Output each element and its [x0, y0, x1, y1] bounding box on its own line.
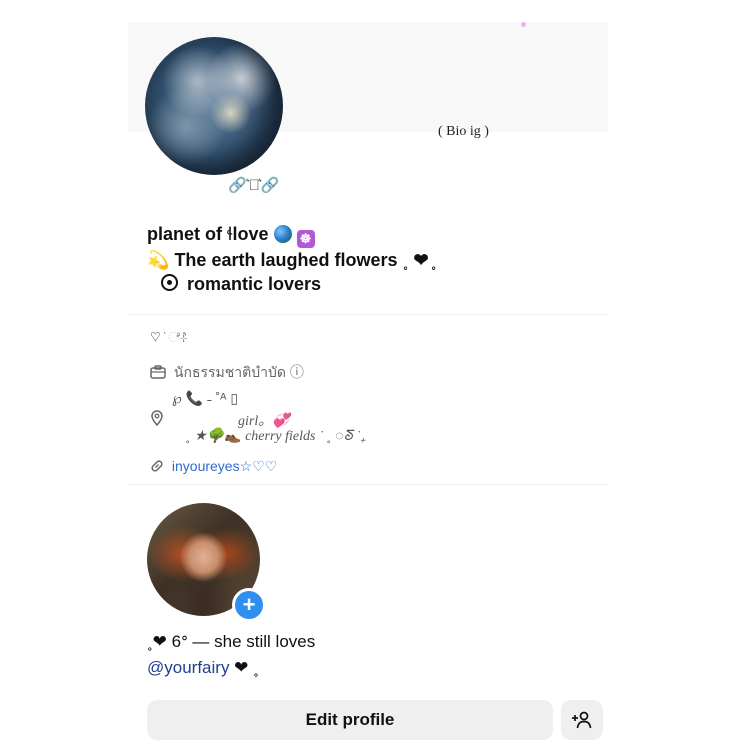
add-person-button[interactable] [561, 700, 603, 740]
divider [128, 314, 608, 315]
category-line: นักธรรมชาติบำบัด ⓘ [150, 362, 304, 384]
caption-line: ˳❤ 6ᐤ — she still loves [147, 632, 316, 651]
link-icon [150, 458, 168, 474]
decorative-dot [521, 22, 526, 27]
divider [128, 484, 608, 485]
profile-name: planet of ɬlove ☸ [147, 224, 315, 248]
name-text: planet of [147, 224, 227, 244]
target-icon [161, 274, 178, 291]
location-block: ℘ 📞 ˗ ˚ᴬ ▯ girl。💞 ˳ ★🌳👞 cherry fields ˙ … [150, 390, 490, 450]
location-line-1: ℘ 📞 ˗ ˚ᴬ ▯ [172, 390, 239, 406]
bio-text-2: The earth laughed flowers [174, 250, 398, 270]
info-icon[interactable]: ⓘ [290, 364, 304, 380]
pin-icon [150, 410, 164, 430]
profile-avatar[interactable] [145, 37, 283, 175]
link-text[interactable]: inyoureyes☆♡♡ [172, 458, 277, 474]
location-line-3: ˳ ★🌳👞 cherry fields ˙ ˳ ◌ᘕ ˙₊ [186, 429, 366, 444]
comet-icon: 💫 [147, 250, 170, 270]
category-text: นักธรรมชาติบำบัด [173, 364, 286, 380]
mention-line: @yourfairy ❤ ˳ [147, 658, 259, 678]
bio-line-3: romantic lovers [147, 274, 321, 295]
name-decoration: 🔗͛✧͛🔗 [228, 177, 281, 194]
bio-text-3: romantic lovers [187, 274, 322, 294]
mention-link[interactable]: @yourfairy [147, 658, 229, 677]
add-story-button[interactable]: + [232, 588, 266, 622]
location-line-2: girl。💞 [238, 414, 290, 429]
edit-profile-button[interactable]: Edit profile [147, 700, 553, 740]
add-person-icon [572, 711, 592, 729]
deco-line: ♡ ̇ ೆ⊹͛ [150, 329, 188, 345]
name-love: love [232, 224, 269, 244]
wheel-icon: ☸ [296, 230, 315, 248]
bio-tag: ( Bio ig ) [438, 124, 489, 139]
profile-link[interactable]: inyoureyes☆♡♡ [150, 458, 277, 475]
bio-line-2: 💫 The earth laughed flowers ˳ ❤ ̥ [147, 250, 434, 271]
heart-icon: ˳ ❤ ̥ [402, 250, 434, 270]
briefcase-icon [150, 364, 170, 380]
globe-icon [273, 225, 292, 243]
heart-icon: ❤ ˳ [229, 658, 259, 677]
